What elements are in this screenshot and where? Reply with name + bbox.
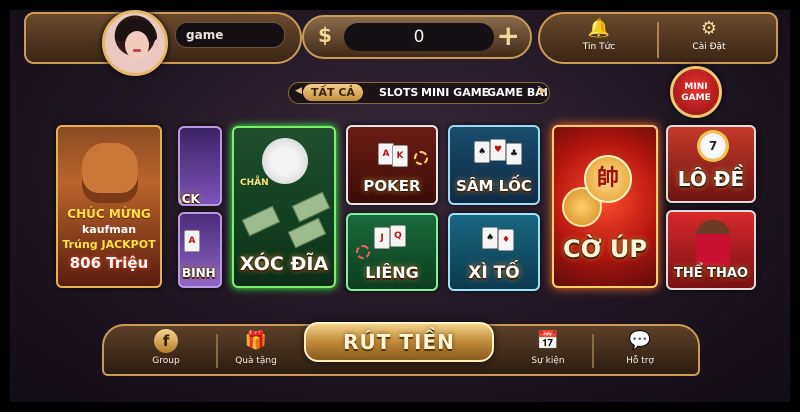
game-tile-xoc-dia[interactable]: CHẴN XÓC ĐĨA: [232, 126, 336, 288]
jackpot-amount: 806 Triệu: [69, 254, 149, 272]
calendar-icon: 📅: [536, 330, 560, 351]
banknote-icon: [291, 191, 331, 223]
avatar-lips: [133, 49, 141, 52]
withdraw-button[interactable]: RÚT TIỀN: [304, 322, 494, 362]
jackpot-banner[interactable]: CHÚC MỪNG kaufman Trúng JACKPOT 806 Triệ…: [56, 125, 162, 288]
tab-slots[interactable]: SLOTS: [379, 86, 418, 99]
game-tile-sam-loc[interactable]: ♠ ♥ ♣ SÂM LỐC: [448, 125, 540, 205]
lottery-ball-icon: 7: [700, 133, 726, 159]
blackjack-title: K JACK: [180, 192, 200, 206]
game-tile-lieng[interactable]: J Q LIÊNG: [346, 213, 438, 291]
card-icon: Q: [390, 225, 406, 247]
coup-title: CỜ ÚP: [562, 235, 647, 263]
chip-icon: [414, 151, 428, 165]
category-tabs: ◀ TẤT CẢ SLOTS MINI GAME GAME BÀI ▶: [288, 82, 550, 104]
top-bar: game $ 0 + 🔔 Tin Tức ⚙ Cài Đặt: [10, 10, 790, 76]
game-lobby: game $ 0 + 🔔 Tin Tức ⚙ Cài Đặt ◀ TẤT CẢ …: [10, 10, 790, 402]
lieng-title: LIÊNG: [365, 263, 419, 282]
tab-right-arrow-icon[interactable]: ▶: [540, 86, 547, 96]
add-funds-button[interactable]: +: [497, 19, 520, 52]
banknote-icon: [241, 205, 281, 237]
event-button[interactable]: 📅 Sự kiện: [508, 328, 588, 374]
avatar[interactable]: [102, 10, 168, 76]
tab-all[interactable]: TẤT CẢ: [303, 84, 363, 101]
lode-title: LÔ ĐỀ: [677, 167, 745, 191]
game-tile-poker[interactable]: A K POKER: [346, 125, 438, 205]
card-icon: ♦: [498, 229, 514, 251]
card-icon: ♠: [482, 227, 498, 249]
gear-icon: ⚙: [700, 18, 718, 39]
card-icon: ♣: [506, 143, 522, 165]
tab-game-bai[interactable]: GAME BÀI: [487, 86, 548, 99]
game-tile-blackjack[interactable]: K JACK: [178, 126, 222, 206]
event-label: Sự kiện: [531, 356, 565, 366]
card-icon: ♥: [490, 139, 506, 161]
jackpot-text: Trúng JACKPOT: [62, 238, 156, 251]
gift-label: Quà tặng: [235, 356, 277, 366]
group-label: Group: [152, 356, 180, 366]
banknote-icon: [287, 217, 327, 249]
chess-piece-icon: 帥: [584, 155, 632, 203]
mini-game-line2: GAME: [681, 93, 711, 103]
gift-button[interactable]: 🎁 Quà tặng: [216, 328, 296, 374]
samloc-title: SÂM LỐC: [456, 177, 532, 195]
dollar-icon: $: [318, 23, 332, 47]
game-tile-co-up[interactable]: 帥 CỜ ÚP: [552, 125, 658, 288]
game-tile-the-thao[interactable]: THỂ THAO: [666, 210, 756, 290]
mini-game-line1: MINI: [684, 82, 708, 92]
card-icon: K: [392, 145, 408, 167]
poker-title: POKER: [363, 177, 421, 195]
news-label: Tin Tức: [582, 42, 616, 52]
game-tile-binh[interactable]: A BINH: [178, 212, 222, 288]
top-divider: [657, 22, 659, 58]
tab-mini-game[interactable]: MINI GAME: [421, 86, 489, 99]
bell-icon: 🔔: [587, 18, 611, 39]
warrior-illustration: [82, 143, 138, 203]
username-display[interactable]: game: [175, 22, 285, 48]
game-tile-lo-de[interactable]: 7 LÔ ĐỀ: [666, 125, 756, 203]
game-tile-xi-to[interactable]: ♠ ♦ XÌ TỐ: [448, 213, 540, 291]
balance-bar: $ 0 +: [302, 15, 532, 59]
card-icon: ♠: [474, 141, 490, 163]
mini-game-button[interactable]: MINI GAME: [670, 66, 722, 118]
xocdia-chan-label: CHẴN: [240, 178, 269, 188]
group-button[interactable]: f Group: [126, 328, 206, 374]
jackpot-winner: kaufman: [81, 223, 137, 236]
facebook-icon: f: [126, 328, 206, 354]
football-player-illustration: [696, 220, 730, 266]
settings-button[interactable]: ⚙ Cài Đặt: [664, 18, 754, 62]
news-button[interactable]: 🔔 Tin Tức: [554, 18, 644, 62]
support-label: Hỗ trợ: [626, 356, 654, 366]
bottom-divider: [592, 334, 594, 368]
chip-icon: [356, 245, 370, 259]
support-button[interactable]: 💬 Hỗ trợ: [600, 328, 680, 374]
card-icon: J: [374, 227, 390, 249]
gift-icon: 🎁: [244, 330, 268, 351]
binh-title: BINH: [182, 266, 216, 280]
thethao-title: THỂ THAO: [673, 266, 748, 281]
top-right-panel: 🔔 Tin Tức ⚙ Cài Đặt: [538, 12, 778, 64]
balance-amount: 0: [344, 23, 494, 51]
card-icon: A: [184, 230, 200, 252]
jackpot-congrats: CHÚC MỪNG: [67, 207, 151, 221]
chat-icon: 💬: [628, 330, 652, 351]
tab-left-arrow-icon[interactable]: ◀: [295, 86, 302, 96]
avatar-face: [125, 31, 149, 59]
xocdia-title: XÓC ĐĨA: [239, 253, 329, 275]
settings-label: Cài Đặt: [692, 42, 726, 52]
screenshot-frame: game $ 0 + 🔔 Tin Tức ⚙ Cài Đặt ◀ TẤT CẢ …: [0, 0, 800, 412]
xito-title: XÌ TỐ: [468, 263, 520, 283]
